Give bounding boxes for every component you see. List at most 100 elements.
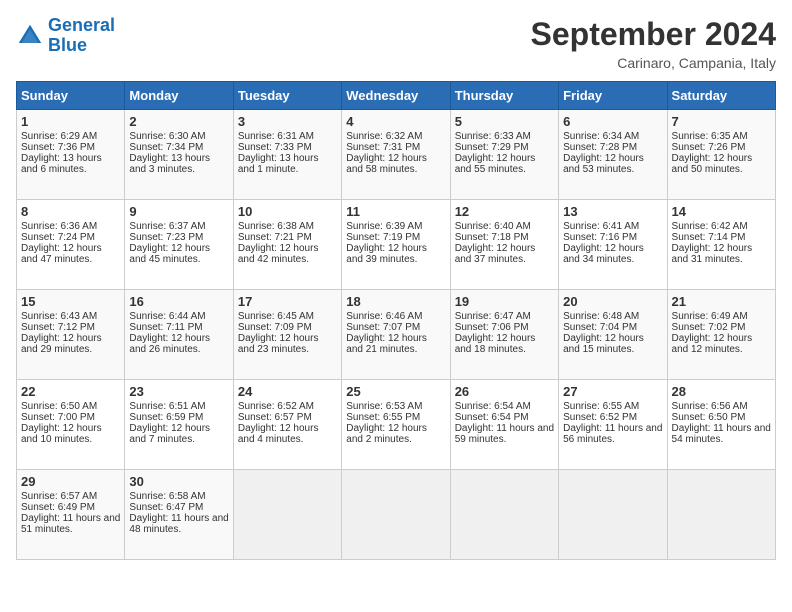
day-number: 24 [238, 384, 337, 399]
sunrise-text: Sunrise: 6:37 AM [129, 221, 228, 232]
day-number: 3 [238, 114, 337, 129]
calendar-week-4: 22Sunrise: 6:50 AMSunset: 7:00 PMDayligh… [17, 380, 776, 470]
month-title: September 2024 [531, 16, 776, 53]
sunset-text: Sunset: 7:02 PM [672, 322, 771, 333]
day-number: 23 [129, 384, 228, 399]
calendar-cell: 1Sunrise: 6:29 AMSunset: 7:36 PMDaylight… [17, 110, 125, 200]
calendar-cell: 17Sunrise: 6:45 AMSunset: 7:09 PMDayligh… [233, 290, 341, 380]
day-number: 19 [455, 294, 554, 309]
day-number: 17 [238, 294, 337, 309]
col-header-thursday: Thursday [450, 82, 558, 110]
daylight-text: Daylight: 12 hours and 7 minutes. [129, 423, 228, 445]
daylight-text: Daylight: 12 hours and 4 minutes. [238, 423, 337, 445]
calendar-cell: 13Sunrise: 6:41 AMSunset: 7:16 PMDayligh… [559, 200, 667, 290]
sunset-text: Sunset: 7:11 PM [129, 322, 228, 333]
calendar-cell: 22Sunrise: 6:50 AMSunset: 7:00 PMDayligh… [17, 380, 125, 470]
sunrise-text: Sunrise: 6:52 AM [238, 401, 337, 412]
page-header: General Blue September 2024 Carinaro, Ca… [16, 16, 776, 71]
calendar-cell [342, 470, 450, 560]
daylight-text: Daylight: 11 hours and 51 minutes. [21, 513, 120, 535]
sunset-text: Sunset: 6:59 PM [129, 412, 228, 423]
sunrise-text: Sunrise: 6:48 AM [563, 311, 662, 322]
logo-text: General Blue [48, 16, 115, 56]
sunset-text: Sunset: 7:19 PM [346, 232, 445, 243]
sunrise-text: Sunrise: 6:55 AM [563, 401, 662, 412]
daylight-text: Daylight: 12 hours and 18 minutes. [455, 333, 554, 355]
sunrise-text: Sunrise: 6:35 AM [672, 131, 771, 142]
sunrise-text: Sunrise: 6:54 AM [455, 401, 554, 412]
calendar-cell: 19Sunrise: 6:47 AMSunset: 7:06 PMDayligh… [450, 290, 558, 380]
sunset-text: Sunset: 7:14 PM [672, 232, 771, 243]
day-number: 20 [563, 294, 662, 309]
sunrise-text: Sunrise: 6:47 AM [455, 311, 554, 322]
sunset-text: Sunset: 7:33 PM [238, 142, 337, 153]
calendar-cell: 29Sunrise: 6:57 AMSunset: 6:49 PMDayligh… [17, 470, 125, 560]
sunset-text: Sunset: 7:18 PM [455, 232, 554, 243]
sunset-text: Sunset: 7:09 PM [238, 322, 337, 333]
daylight-text: Daylight: 11 hours and 59 minutes. [455, 423, 554, 445]
sunrise-text: Sunrise: 6:42 AM [672, 221, 771, 232]
day-number: 13 [563, 204, 662, 219]
sunrise-text: Sunrise: 6:29 AM [21, 131, 120, 142]
calendar-cell: 25Sunrise: 6:53 AMSunset: 6:55 PMDayligh… [342, 380, 450, 470]
daylight-text: Daylight: 12 hours and 26 minutes. [129, 333, 228, 355]
sunset-text: Sunset: 6:50 PM [672, 412, 771, 423]
calendar-cell: 26Sunrise: 6:54 AMSunset: 6:54 PMDayligh… [450, 380, 558, 470]
day-number: 28 [672, 384, 771, 399]
calendar-week-2: 8Sunrise: 6:36 AMSunset: 7:24 PMDaylight… [17, 200, 776, 290]
logo: General Blue [16, 16, 115, 56]
day-number: 11 [346, 204, 445, 219]
daylight-text: Daylight: 12 hours and 47 minutes. [21, 243, 120, 265]
daylight-text: Daylight: 12 hours and 23 minutes. [238, 333, 337, 355]
day-number: 12 [455, 204, 554, 219]
sunrise-text: Sunrise: 6:32 AM [346, 131, 445, 142]
sunset-text: Sunset: 7:00 PM [21, 412, 120, 423]
sunset-text: Sunset: 7:26 PM [672, 142, 771, 153]
calendar-cell: 23Sunrise: 6:51 AMSunset: 6:59 PMDayligh… [125, 380, 233, 470]
daylight-text: Daylight: 12 hours and 15 minutes. [563, 333, 662, 355]
col-header-wednesday: Wednesday [342, 82, 450, 110]
daylight-text: Daylight: 12 hours and 53 minutes. [563, 153, 662, 175]
logo-icon [16, 22, 44, 50]
calendar-cell: 20Sunrise: 6:48 AMSunset: 7:04 PMDayligh… [559, 290, 667, 380]
sunrise-text: Sunrise: 6:46 AM [346, 311, 445, 322]
sunset-text: Sunset: 6:49 PM [21, 502, 120, 513]
day-number: 15 [21, 294, 120, 309]
calendar-cell: 18 Sunrise: 6:46 AMSunset: 7:07 PMDayligh… [342, 290, 450, 380]
calendar-week-5: 29Sunrise: 6:57 AMSunset: 6:49 PMDayligh… [17, 470, 776, 560]
calendar-cell [233, 470, 341, 560]
title-block: September 2024 Carinaro, Campania, Italy [531, 16, 776, 71]
day-number: 29 [21, 474, 120, 489]
sunrise-text: Sunrise: 6:34 AM [563, 131, 662, 142]
day-number: 4 [346, 114, 445, 129]
calendar-cell: 5Sunrise: 6:33 AMSunset: 7:29 PMDaylight… [450, 110, 558, 200]
day-number: 10 [238, 204, 337, 219]
sunset-text: Sunset: 7:23 PM [129, 232, 228, 243]
sunset-text: Sunset: 7:07 PM [346, 322, 445, 333]
daylight-text: Daylight: 12 hours and 55 minutes. [455, 153, 554, 175]
calendar-cell [667, 470, 775, 560]
day-number: 16 [129, 294, 228, 309]
day-number: 25 [346, 384, 445, 399]
sunrise-text: Sunrise: 6:40 AM [455, 221, 554, 232]
day-number: 18 [346, 294, 445, 309]
day-number: 6 [563, 114, 662, 129]
sunset-text: Sunset: 6:57 PM [238, 412, 337, 423]
sunset-text: Sunset: 7:24 PM [21, 232, 120, 243]
sunrise-text: Sunrise: 6:31 AM [238, 131, 337, 142]
daylight-text: Daylight: 12 hours and 21 minutes. [346, 333, 445, 355]
sunrise-text: Sunrise: 6:58 AM [129, 491, 228, 502]
calendar-cell: 10Sunrise: 6:38 AMSunset: 7:21 PMDayligh… [233, 200, 341, 290]
sunset-text: Sunset: 6:54 PM [455, 412, 554, 423]
sunset-text: Sunset: 7:16 PM [563, 232, 662, 243]
daylight-text: Daylight: 12 hours and 42 minutes. [238, 243, 337, 265]
sunset-text: Sunset: 6:55 PM [346, 412, 445, 423]
day-number: 7 [672, 114, 771, 129]
sunrise-text: Sunrise: 6:38 AM [238, 221, 337, 232]
sunrise-text: Sunrise: 6:50 AM [21, 401, 120, 412]
calendar-cell: 28Sunrise: 6:56 AMSunset: 6:50 PMDayligh… [667, 380, 775, 470]
daylight-text: Daylight: 13 hours and 1 minute. [238, 153, 337, 175]
calendar-cell [450, 470, 558, 560]
sunset-text: Sunset: 7:28 PM [563, 142, 662, 153]
daylight-text: Daylight: 13 hours and 3 minutes. [129, 153, 228, 175]
